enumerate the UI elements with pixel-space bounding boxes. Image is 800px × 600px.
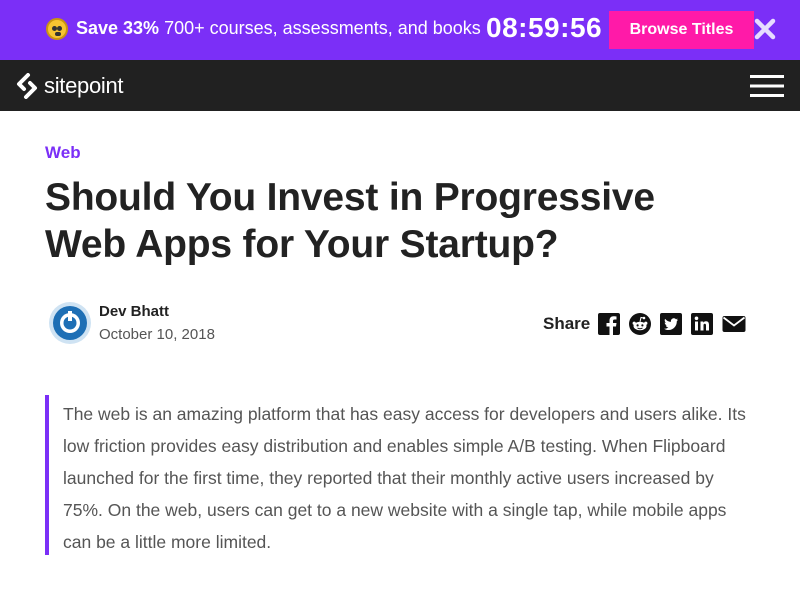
promo-banner: Save 33% 700+ courses, assessments, and … <box>0 0 800 60</box>
promo-offer-highlight: Save 33% <box>76 18 160 38</box>
share-label: Share <box>543 314 591 333</box>
next-paragraph-partial <box>45 590 755 600</box>
sitepoint-logo-icon <box>17 73 37 99</box>
share-bar: Share <box>543 312 746 336</box>
article-category[interactable]: Web <box>45 143 81 163</box>
sitepoint-logo[interactable]: sitepoint <box>16 72 124 100</box>
author-name[interactable]: Dev Bhatt <box>99 303 169 320</box>
promo-offer: Save 33% 700+ courses, assessments, and … <box>76 18 481 39</box>
promo-countdown: 08:59:56 <box>486 12 603 43</box>
facebook-icon[interactable] <box>598 313 621 335</box>
close-icon[interactable] <box>752 16 778 42</box>
intro-quote-text: The web is an amazing platform that has … <box>63 404 746 552</box>
publish-date: October 10, 2018 <box>99 326 215 343</box>
email-icon[interactable] <box>722 313 746 335</box>
shocked-face-icon <box>46 18 68 40</box>
twitter-icon[interactable] <box>660 313 683 335</box>
article-title: Should You Invest in Progressive Web App… <box>45 176 655 266</box>
author-avatar[interactable] <box>49 302 91 344</box>
hamburger-menu-icon[interactable] <box>749 73 785 99</box>
site-header: sitepoint <box>0 60 800 111</box>
logo-text: sitepoint <box>44 73 124 98</box>
article-intro-quote: The web is an amazing platform that has … <box>45 395 755 555</box>
browse-titles-button[interactable]: Browse Titles <box>609 11 754 49</box>
promo-offer-text: 700+ courses, assessments, and books <box>164 18 481 38</box>
linkedin-icon[interactable] <box>691 313 714 335</box>
reddit-icon[interactable] <box>629 313 652 335</box>
